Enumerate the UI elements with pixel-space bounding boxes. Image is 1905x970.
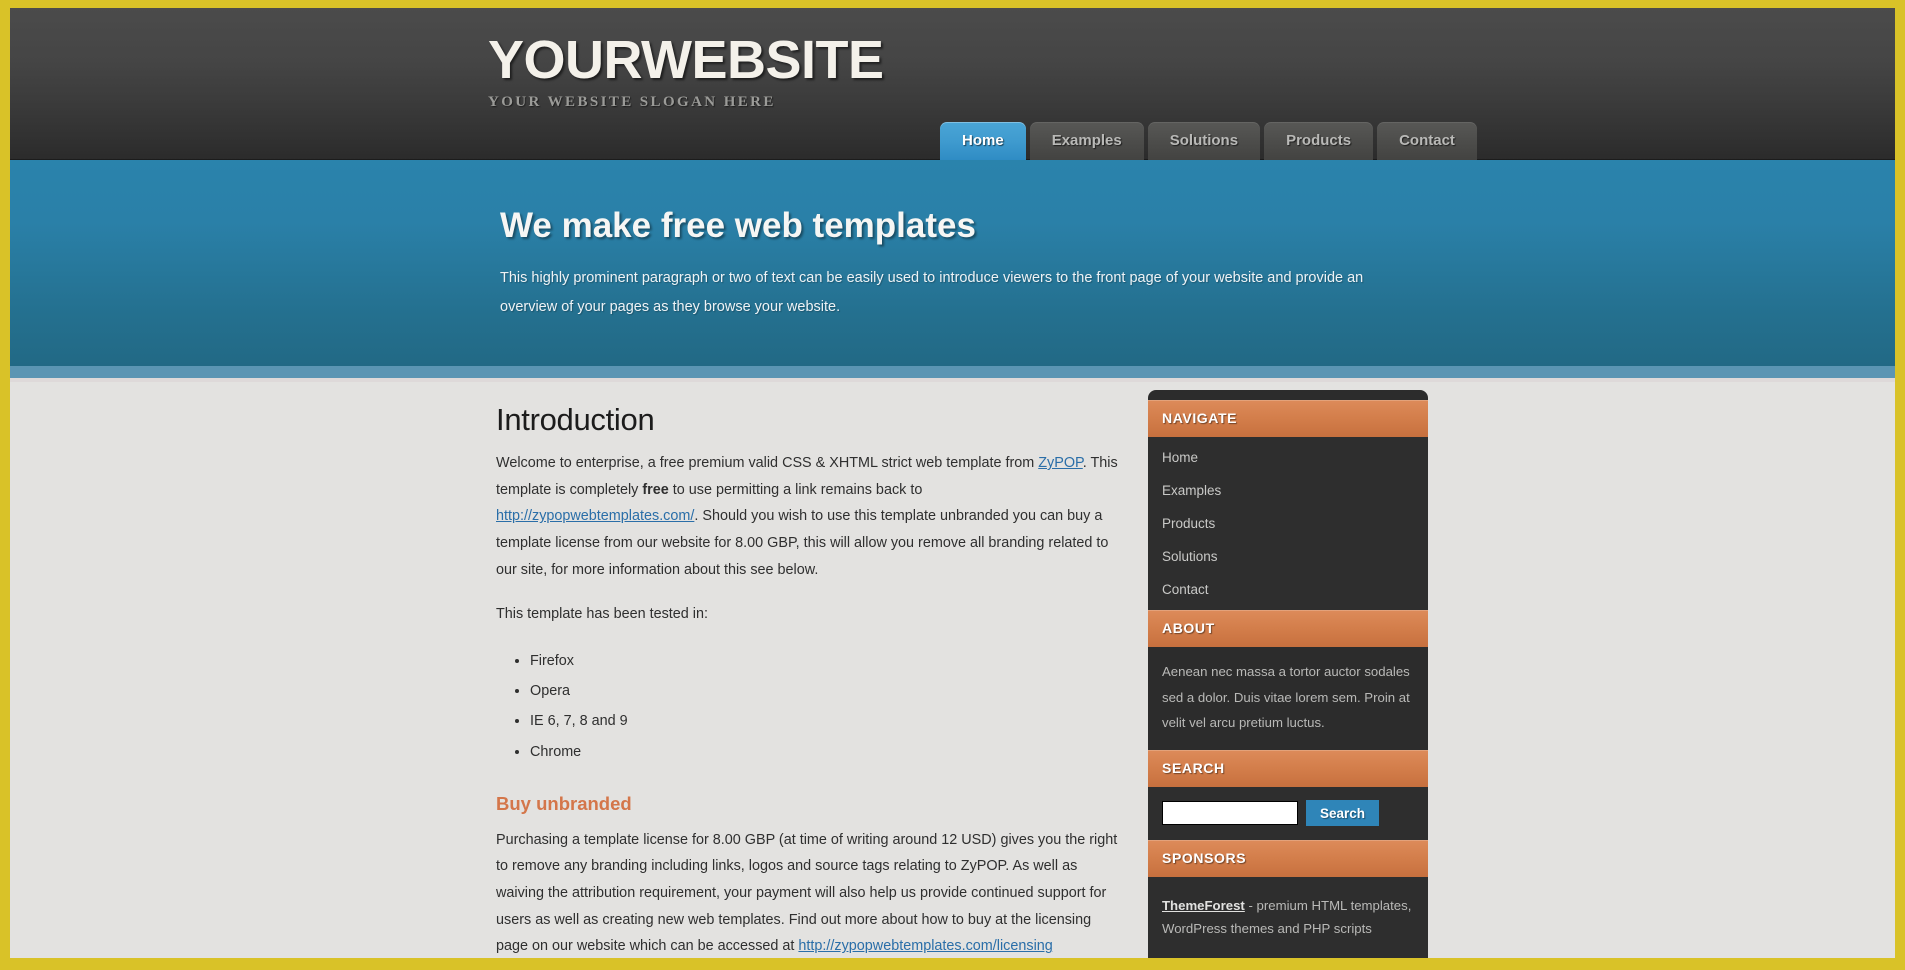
widget-title-sponsors: SPONSORS bbox=[1148, 840, 1428, 878]
content-area: Introduction Welcome to enterprise, a fr… bbox=[10, 382, 1895, 958]
hero-title: We make free web templates bbox=[500, 206, 976, 245]
widget-body-navigate: Home Examples Products Solutions Contact bbox=[1148, 437, 1428, 610]
search-button[interactable]: Search bbox=[1306, 800, 1380, 827]
sidebar-item-products[interactable]: Products bbox=[1148, 507, 1428, 540]
hero-banner: We make free web templates This highly p… bbox=[10, 160, 1895, 366]
site-title: YOURWEBSITE bbox=[488, 30, 884, 90]
buy-unbranded-heading: Buy unbranded bbox=[496, 792, 632, 814]
themeforest-link[interactable]: ThemeForest bbox=[1162, 898, 1245, 913]
list-item: Chrome bbox=[530, 737, 1118, 767]
widget-body-sponsors: ThemeForest - premium HTML templates, Wo… bbox=[1148, 877, 1428, 958]
list-item: Firefox bbox=[530, 646, 1118, 676]
hero-divider-strip bbox=[10, 366, 1895, 378]
widget-body-about: Aenean nec massa a tortor auctor sodales… bbox=[1162, 664, 1410, 731]
intro-paragraph: Welcome to enterprise, a free premium va… bbox=[496, 450, 1118, 583]
widget-title-search: SEARCH bbox=[1148, 750, 1428, 788]
sidebar-shell: NAVIGATE Home Examples Products Solution… bbox=[1148, 390, 1428, 958]
nav-item-home[interactable]: Home bbox=[940, 122, 1026, 160]
page-frame: YOURWEBSITE YOUR WEBSITE SLOGAN HERE Hom… bbox=[0, 0, 1905, 970]
main-column: Introduction Welcome to enterprise, a fr… bbox=[496, 402, 1118, 958]
intro-bold-free: free bbox=[642, 481, 669, 498]
buy-unbranded-paragraph: Purchasing a template license for 8.00 G… bbox=[496, 827, 1118, 958]
page-title: Introduction bbox=[496, 402, 655, 437]
nav-item-products[interactable]: Products bbox=[1264, 122, 1374, 160]
zypop-link[interactable]: ZyPOP bbox=[1038, 455, 1083, 471]
sponsor-item: Web hosting - 50 dollars off when you bbox=[1148, 954, 1428, 958]
site-header: YOURWEBSITE YOUR WEBSITE SLOGAN HERE Hom… bbox=[10, 8, 1895, 160]
intro-text-a: Welcome to enterprise, a free premium va… bbox=[496, 455, 1039, 471]
hero-paragraph: This highly prominent paragraph or two o… bbox=[500, 270, 1364, 315]
nav-item-contact[interactable]: Contact bbox=[1377, 122, 1477, 160]
widget-title-about: ABOUT bbox=[1148, 610, 1428, 647]
hero-inner: We make free web templates This highly p… bbox=[10, 160, 1895, 322]
widget-body-search: Search bbox=[1148, 787, 1428, 841]
intro-text-c: to use permitting a link remains back to bbox=[668, 481, 923, 498]
brand-block: YOURWEBSITE YOUR WEBSITE SLOGAN HERE bbox=[488, 33, 884, 111]
page-inner: YOURWEBSITE YOUR WEBSITE SLOGAN HERE Hom… bbox=[10, 8, 1895, 958]
list-item: IE 6, 7, 8 and 9 bbox=[530, 706, 1118, 736]
licensing-link[interactable]: http://zypopwebtemplates.com/licensing bbox=[798, 938, 1052, 954]
site-slogan: YOUR WEBSITE SLOGAN HERE bbox=[488, 94, 776, 110]
widget-title-navigate: NAVIGATE bbox=[1148, 400, 1428, 437]
search-input[interactable] bbox=[1162, 801, 1298, 826]
sponsor-item: ThemeForest - premium HTML templates, Wo… bbox=[1148, 881, 1428, 954]
sidebar: NAVIGATE Home Examples Products Solution… bbox=[1148, 390, 1428, 958]
sidebar-item-solutions[interactable]: Solutions bbox=[1148, 540, 1428, 573]
sidebar-item-home[interactable]: Home bbox=[1148, 441, 1428, 474]
sidebar-item-examples[interactable]: Examples bbox=[1148, 474, 1428, 507]
sidebar-item-contact[interactable]: Contact bbox=[1148, 573, 1428, 606]
list-item: Opera bbox=[530, 676, 1118, 706]
buy-text: Purchasing a template license for 8.00 G… bbox=[496, 831, 1118, 955]
nav-item-examples[interactable]: Examples bbox=[1029, 122, 1144, 160]
primary-nav: Home Examples Solutions Products Contact bbox=[940, 116, 1477, 160]
tested-in-label: This template has been tested in: bbox=[496, 606, 708, 623]
zypop-url-link[interactable]: http://zypopwebtemplates.com/ bbox=[496, 508, 694, 524]
browser-list: Firefox Opera IE 6, 7, 8 and 9 Chrome bbox=[496, 646, 1118, 767]
nav-item-solutions[interactable]: Solutions bbox=[1147, 122, 1261, 160]
